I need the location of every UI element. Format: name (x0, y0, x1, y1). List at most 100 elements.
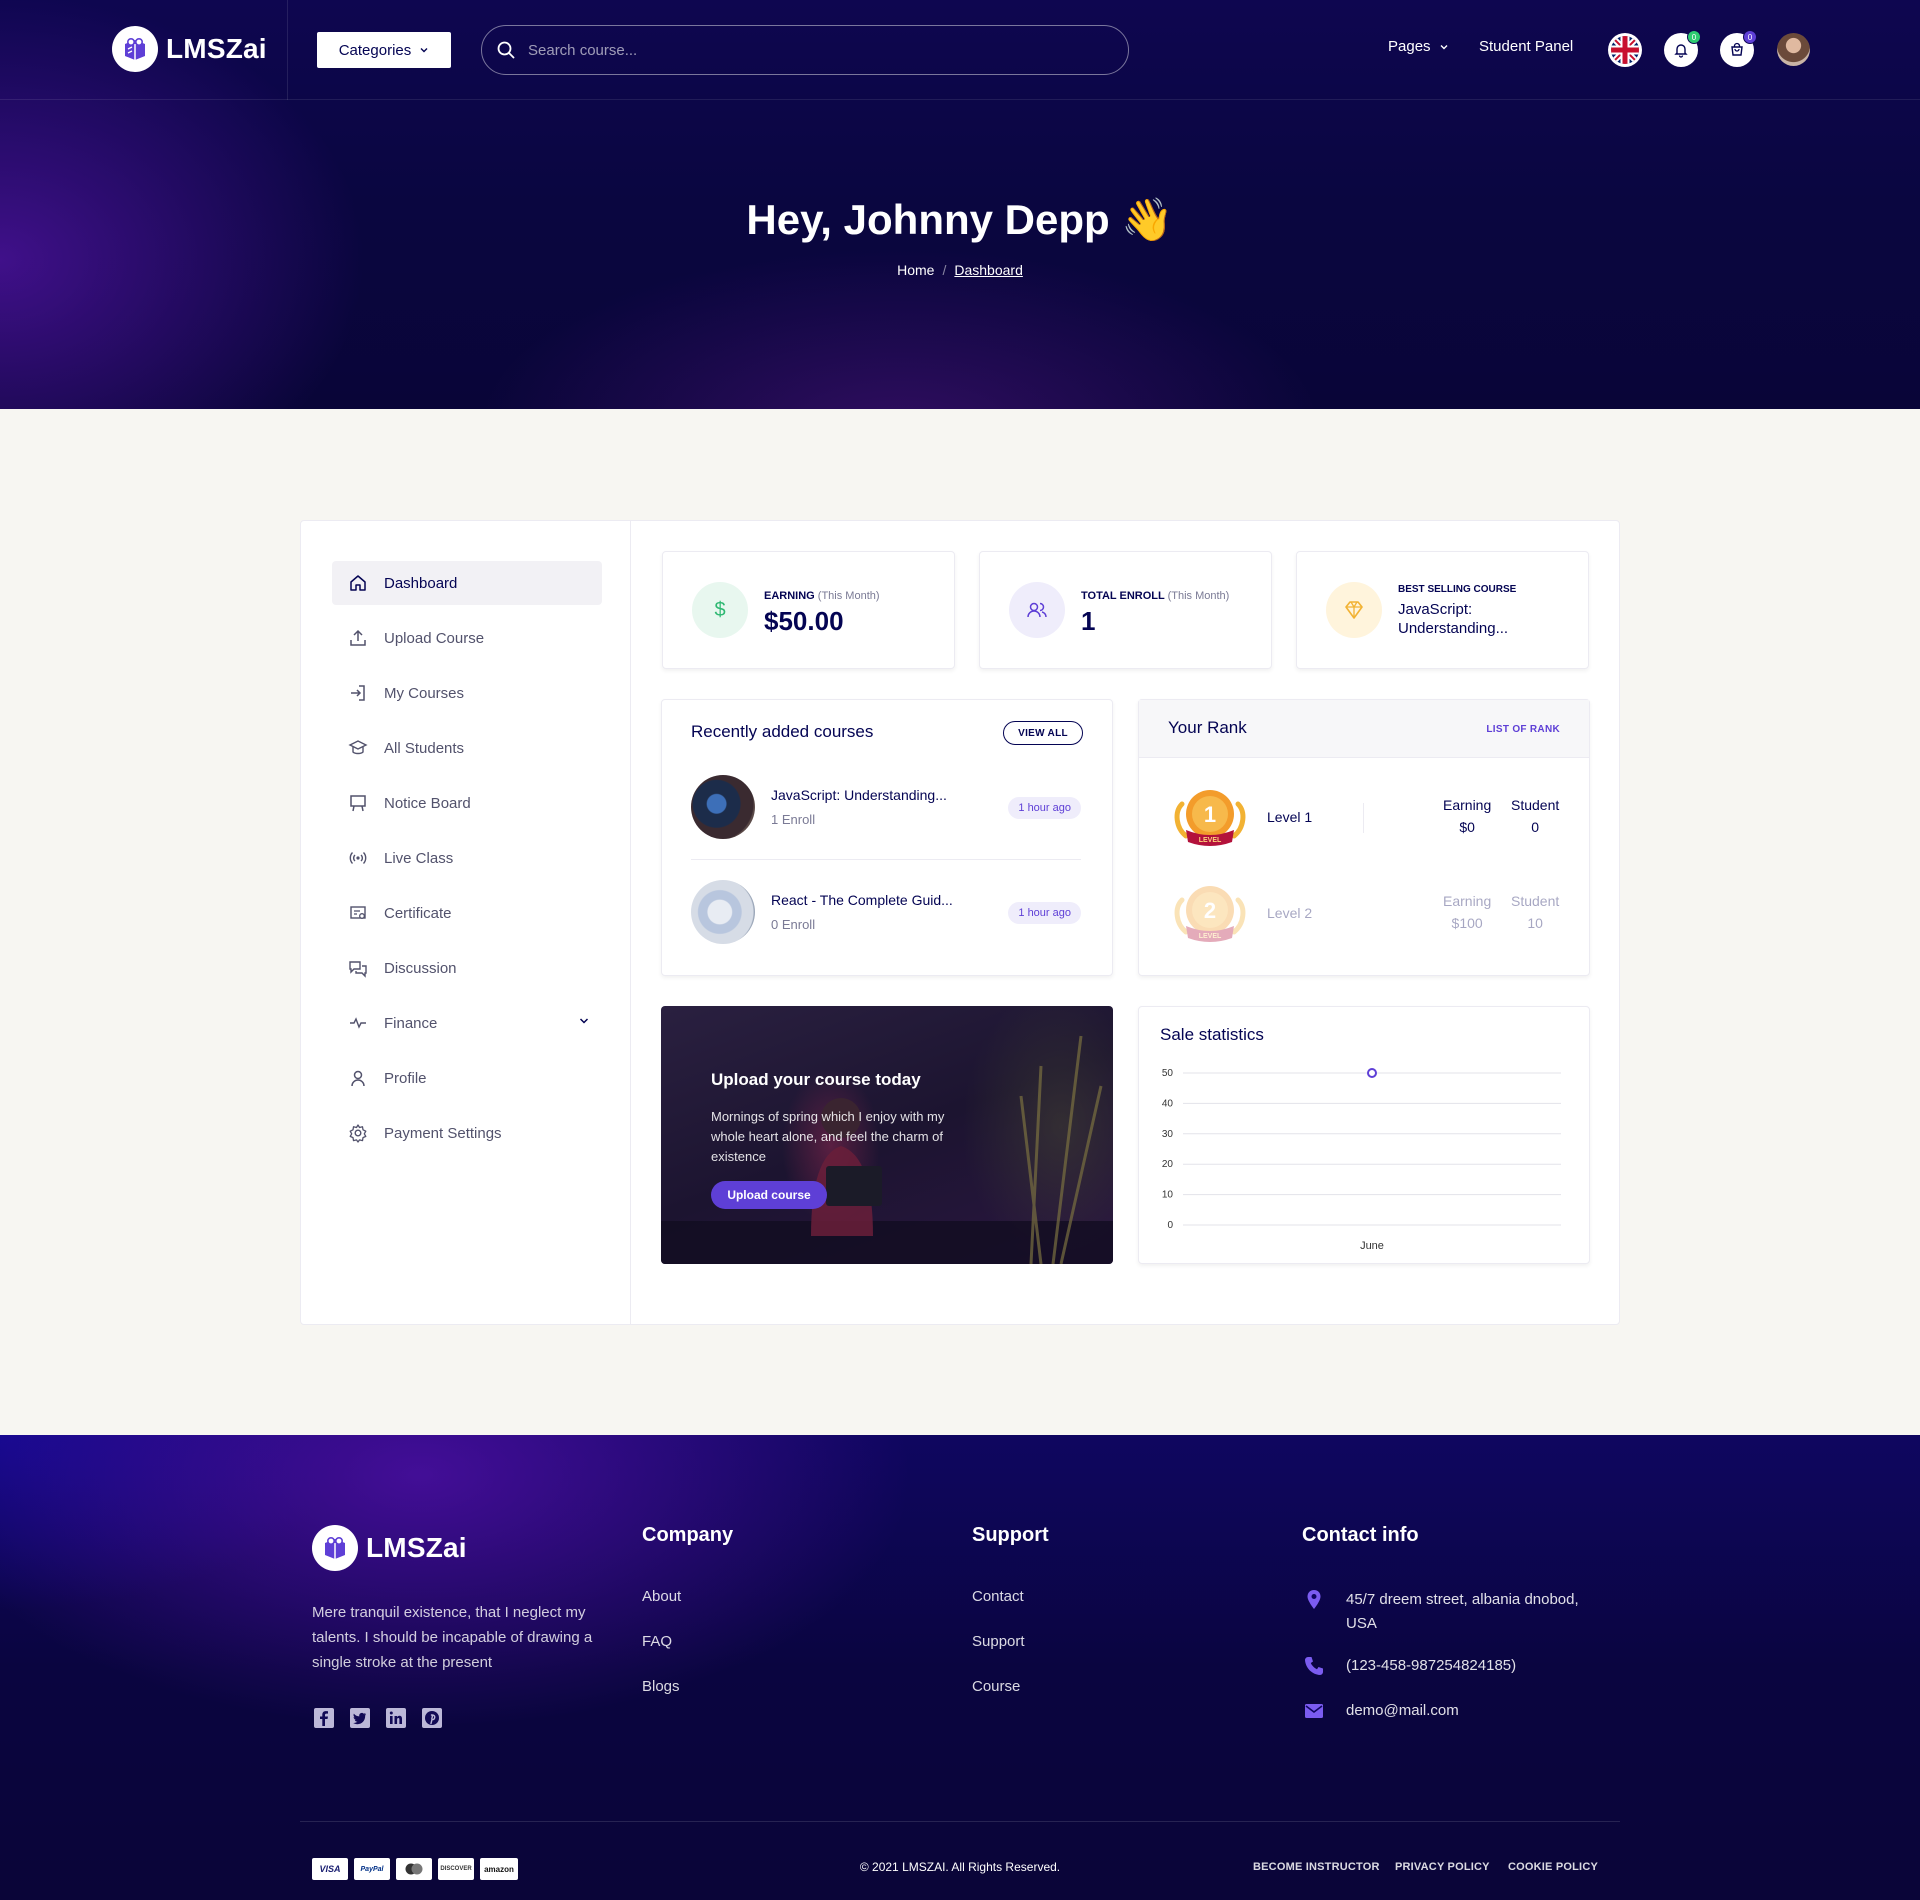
sidebar-item-payment-settings[interactable]: Payment Settings (332, 1111, 602, 1155)
footer: LMSZai Mere tranquil existence, that I n… (0, 1435, 1920, 1900)
svg-text:$: $ (714, 599, 725, 621)
medal-number: 2 (1204, 898, 1216, 923)
list-of-rank-link[interactable]: LIST OF RANK (1486, 724, 1560, 735)
rank-header: Your Rank LIST OF RANK (1139, 700, 1589, 758)
rank-earning-label: Earning (1443, 893, 1492, 909)
footer-brand-logo[interactable]: LMSZai (312, 1525, 467, 1571)
best-selling-value[interactable]: JavaScript: Understanding... (1398, 600, 1568, 638)
privacy-policy-link[interactable]: PRIVACY POLICY (1395, 1861, 1490, 1873)
sidebar-item-profile[interactable]: Profile (332, 1056, 602, 1100)
course-name: JavaScript: Understanding... (771, 787, 947, 803)
graduation-cap-icon (348, 740, 368, 755)
footer-link-course[interactable]: Course (972, 1678, 1020, 1695)
sidebar-item-notice-board[interactable]: Notice Board (332, 781, 602, 825)
breadcrumb-home[interactable]: Home (897, 262, 934, 278)
bell-icon (1674, 44, 1688, 58)
banner-text: Mornings of spring which I enjoy with my… (711, 1109, 945, 1164)
brand-logo[interactable]: LMSZai (112, 26, 267, 72)
nav-student-panel[interactable]: Student Panel (1479, 38, 1573, 55)
sidebar-item-live-class[interactable]: Live Class (332, 836, 602, 880)
contact-address-text: 45/7 dreem street, albania dnobod, USA (1346, 1591, 1579, 1632)
pinterest-icon[interactable] (421, 1707, 443, 1729)
row-divider (691, 859, 1081, 860)
rank-earning-value: $0 (1459, 819, 1475, 835)
recent-courses-panel: Recently added courses VIEW ALL JavaScri… (661, 699, 1113, 976)
twitter-icon[interactable] (349, 1707, 371, 1729)
sidebar-item-certificate[interactable]: Certificate (332, 891, 602, 935)
course-enroll-count: 1 Enroll (771, 812, 816, 827)
notification-badge: 0 (1687, 30, 1701, 44)
nav-pages[interactable]: Pages (1388, 38, 1449, 55)
rank-student-value: 10 (1527, 915, 1543, 931)
sidebar-item-label: Dashboard (384, 574, 458, 592)
logo-icon (312, 1525, 358, 1571)
language-button[interactable] (1608, 33, 1642, 67)
cart-badge: 0 (1743, 30, 1757, 44)
course-thumbnail (691, 775, 755, 839)
cart-button[interactable]: 0 (1720, 30, 1757, 67)
enroll-label: TOTAL ENROLL (This Month) (1081, 590, 1229, 602)
level-name: Level 1 (1267, 809, 1313, 825)
logo-icon (112, 26, 158, 72)
y-tick-label: 40 (1162, 1098, 1174, 1109)
dashboard-card: Dashboard Upload Course My Courses All S… (300, 520, 1620, 1325)
search-bar (481, 25, 1129, 75)
footer-company-title: Company (642, 1524, 734, 1546)
linkedin-icon[interactable] (385, 1707, 407, 1729)
enroll-label-text: TOTAL ENROLL (1081, 590, 1165, 602)
footer-link-about[interactable]: About (642, 1588, 681, 1605)
footer-about-text: Mere tranquil existence, that I neglect … (312, 1604, 593, 1671)
rank-earning-value: $100 (1451, 915, 1483, 931)
sidebar-item-label: Live Class (384, 849, 454, 867)
cookie-policy-link[interactable]: COOKIE POLICY (1508, 1861, 1598, 1873)
list-item[interactable]: JavaScript: Understanding... 1 Enroll 1 … (691, 775, 1081, 841)
y-tick-label: 20 (1162, 1159, 1174, 1170)
avatar[interactable] (1777, 33, 1810, 66)
sidebar-item-dashboard[interactable]: Dashboard (332, 561, 602, 605)
earning-label: EARNING (This Month) (764, 590, 880, 602)
sidebar-item-label: Finance (384, 1014, 438, 1032)
search-icon (497, 41, 515, 59)
earning-stat-card: $ EARNING (This Month) $50.00 (662, 551, 955, 669)
copyright-text: © 2021 LMSZAI. All Rights Reserved. (859, 1860, 1061, 1874)
sidebar-item-my-courses[interactable]: My Courses (332, 671, 602, 715)
breadcrumb-current[interactable]: Dashboard (954, 262, 1023, 278)
sidebar-item-all-students[interactable]: All Students (332, 726, 602, 770)
footer-link-contact[interactable]: Contact (972, 1588, 1024, 1605)
medal-text: LEVEL (1199, 933, 1222, 940)
categories-button[interactable]: Categories (317, 32, 451, 68)
footer-link-support[interactable]: Support (972, 1633, 1025, 1650)
rank-earning-label: Earning (1443, 797, 1492, 813)
list-item[interactable]: React - The Complete Guid... 0 Enroll 1 … (691, 880, 1081, 946)
breadcrumb: Home / Dashboard (0, 262, 1920, 278)
search-input[interactable] (528, 41, 1088, 59)
sidebar-item-label: All Students (384, 739, 465, 757)
data-point[interactable] (1367, 1068, 1377, 1078)
become-instructor-link[interactable]: BECOME INSTRUCTOR (1253, 1861, 1380, 1873)
sidebar-item-upload-course[interactable]: Upload Course (332, 616, 602, 660)
sidebar-item-discussion[interactable]: Discussion (332, 946, 602, 990)
brand-name: LMSZai (166, 33, 267, 64)
chevron-down-icon (579, 1018, 589, 1024)
best-selling-stat-card: BEST SELLING COURSE JavaScript: Understa… (1296, 551, 1589, 669)
footer-contact-title: Contact info (1302, 1524, 1419, 1546)
y-tick-label: 50 (1162, 1068, 1174, 1079)
time-badge: 1 hour ago (1008, 797, 1081, 819)
sidebar-item-finance[interactable]: Finance (332, 1001, 602, 1045)
notification-button[interactable]: 0 (1664, 30, 1701, 67)
footer-brand-name: LMSZai (366, 1532, 467, 1563)
certificate-icon (350, 906, 366, 919)
upload-course-button[interactable]: Upload course (711, 1181, 827, 1209)
x-tick-label: June (1360, 1240, 1384, 1252)
uk-flag-icon (1611, 36, 1639, 64)
rank-earning: Earning $100 (1443, 890, 1491, 934)
upload-icon (350, 629, 366, 646)
enroll-value: 1 (1081, 606, 1096, 636)
contact-email-text[interactable]: demo@mail.com (1346, 1699, 1601, 1723)
footer-link-faq[interactable]: FAQ (642, 1633, 672, 1650)
nav-pages-label: Pages (1388, 38, 1431, 55)
rank-panel: Your Rank LIST OF RANK 1 LEVEL Level 1 E… (1138, 699, 1590, 976)
view-all-button[interactable]: VIEW ALL (1003, 721, 1083, 745)
facebook-icon[interactable] (313, 1707, 335, 1729)
footer-link-blogs[interactable]: Blogs (642, 1678, 680, 1695)
